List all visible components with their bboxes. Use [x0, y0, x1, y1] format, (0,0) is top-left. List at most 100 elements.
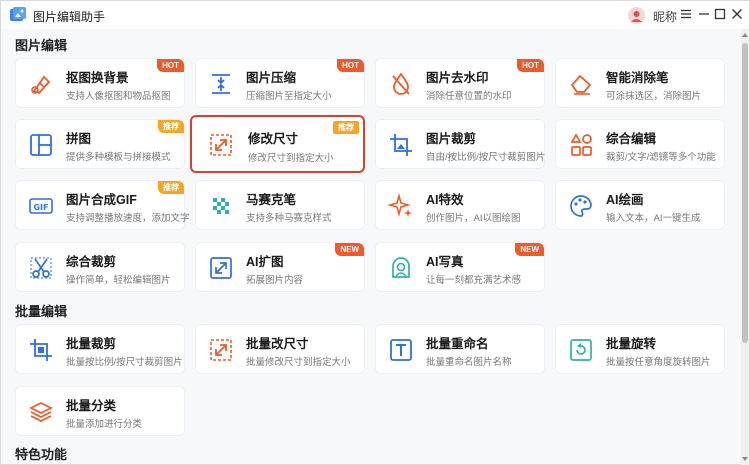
hot-badge: HOT [157, 59, 184, 72]
card-desc: 批量按任意角度旋转图片 [606, 357, 711, 368]
rename-icon [390, 339, 412, 361]
card-title: 拼图 [66, 132, 92, 146]
palette-icon [570, 195, 592, 217]
svg-text:GIF: GIF [33, 203, 48, 212]
hamburger-icon [681, 9, 691, 19]
portrait-icon [392, 257, 410, 278]
card-ai-portrait[interactable]: AI写真 让每一刻都充满艺术感 NEW [375, 242, 545, 292]
card-desc: 批量重命名图片名称 [426, 357, 512, 368]
card-title: 图片压缩 [246, 71, 297, 85]
vertical-scrollbar[interactable] [741, 29, 749, 465]
card-batch-resize[interactable]: 批量改尺寸 批量修改尺寸到指定大小 [195, 324, 365, 374]
new-badge: NEW [335, 243, 364, 256]
card-title: 修改尺寸 [248, 132, 299, 146]
card-ai-expand[interactable]: AI扩图 拓展图片内容 NEW [195, 242, 365, 292]
card-title: 图片裁剪 [426, 132, 477, 146]
rotate-icon [570, 339, 592, 361]
layers-icon [29, 402, 53, 422]
card-cutout-background[interactable]: 抠图换背景 支持人像抠图和物品抠图 HOT [15, 58, 185, 108]
card-batch-rename[interactable]: 批量重命名 批量重命名图片名称 [375, 324, 545, 374]
hot-badge: HOT [517, 59, 544, 72]
scroll-up-arrow[interactable] [741, 31, 749, 39]
card-desc: 批量按比例/按尺寸裁剪图片 [66, 357, 183, 368]
new-badge: NEW [515, 243, 544, 256]
card-desc: 创作图片，AI以图绘图 [426, 213, 521, 224]
card-ai-effects[interactable]: AI特效 创作图片，AI以图绘图 [375, 180, 545, 230]
sparkle-icon [388, 193, 412, 217]
minimize-icon [699, 13, 709, 15]
card-desc: 批量添加进行分类 [66, 419, 143, 430]
collage-icon [30, 134, 52, 156]
app-window: 图片编辑助手 昵称 图片编辑 抠图换背景 支持人像抠图和物品抠图 HOT 图片压… [0, 0, 750, 465]
card-batch-classify[interactable]: 批量分类 批量添加进行分类 [15, 386, 185, 436]
user-avatar[interactable] [628, 7, 645, 24]
card-ai-painting[interactable]: AI绘画 输入文本，AI一键生成 [555, 180, 725, 230]
section-title-batch-edit: 批量编辑 [15, 304, 68, 319]
mosaic-icon [213, 198, 229, 214]
card-desc: 裁剪/文字/滤镜等多个功能 [606, 152, 716, 163]
expand-icon [210, 257, 232, 279]
card-smart-eraser[interactable]: 智能消除笔 可涂抹选区，消除图片 [555, 58, 725, 108]
app-title: 图片编辑助手 [33, 10, 106, 24]
card-title: 综合裁剪 [66, 255, 117, 269]
watermark-remove-icon [392, 72, 410, 95]
card-collage[interactable]: 拼图 提供多种模板与拼接模式 推荐 [15, 119, 185, 169]
title-bar: 图片编辑助手 昵称 [1, 1, 749, 29]
card-desc: 输入文本，AI一键生成 [606, 213, 701, 224]
avatar-icon [628, 7, 645, 24]
card-watermark-remove[interactable]: 图片去水印 消除任意位置的水印 HOT [375, 58, 545, 108]
grid-edit-icon [570, 133, 592, 156]
scroll-thumb[interactable] [742, 43, 748, 343]
card-title: AI绘画 [606, 193, 644, 207]
card-title: 批量裁剪 [66, 337, 117, 351]
card-comprehensive-edit[interactable]: 综合编辑 裁剪/文字/滤镜等多个功能 [555, 119, 725, 169]
card-desc: 支持多种马赛克样式 [246, 213, 332, 224]
arrow-down-icon [742, 457, 748, 461]
card-image-compress[interactable]: 图片压缩 压缩图片至指定大小 HOT [195, 58, 365, 108]
hot-badge: HOT [337, 59, 364, 72]
card-desc: 压缩图片至指定大小 [246, 91, 332, 102]
maximize-button[interactable] [711, 5, 729, 23]
scroll-down-arrow[interactable] [741, 455, 749, 463]
crop-icon [390, 134, 412, 156]
section-title-features: 特色功能 [15, 447, 68, 462]
card-title: 批量旋转 [606, 337, 657, 351]
card-gif-maker[interactable]: GIF 图片合成GIF 支持调整播放速度，添加文字 推荐 [15, 180, 190, 230]
scissors-icon [30, 257, 52, 279]
card-title: 批量分类 [66, 399, 117, 413]
close-button[interactable] [728, 5, 746, 23]
card-title: AI扩图 [246, 255, 284, 269]
recommend-badge: 推荐 [333, 121, 359, 134]
card-mosaic-pen[interactable]: 马赛克笔 支持多种马赛克样式 [195, 180, 365, 230]
card-resize[interactable]: 修改尺寸 修改尺寸到指定大小 推荐 [190, 115, 365, 173]
card-title: 图片去水印 [426, 71, 489, 85]
app-logo-icon [10, 7, 26, 21]
card-image-crop[interactable]: 图片裁剪 自由/按比例/按尺寸裁剪图片 [375, 119, 545, 169]
gif-icon: GIF [29, 198, 53, 214]
close-icon [732, 9, 742, 19]
card-batch-rotate[interactable]: 批量旋转 批量按任意角度旋转图片 [555, 324, 725, 374]
cutout-icon [31, 75, 51, 95]
recommend-badge: 推荐 [158, 120, 184, 133]
menu-button[interactable] [677, 5, 695, 23]
card-comprehensive-crop[interactable]: 综合裁剪 操作简单，轻松编辑图片 [15, 242, 185, 292]
recommend-badge: 推荐 [158, 181, 184, 194]
card-title: 马赛克笔 [246, 193, 297, 207]
card-title: 智能消除笔 [606, 71, 669, 85]
card-desc: 消除任意位置的水印 [426, 91, 512, 102]
card-title: 批量改尺寸 [246, 337, 309, 351]
card-desc: 支持调整播放速度，添加文字 [66, 213, 190, 224]
card-desc: 自由/按比例/按尺寸裁剪图片 [426, 152, 546, 163]
card-batch-crop[interactable]: 批量裁剪 批量按比例/按尺寸裁剪图片 [15, 324, 185, 374]
card-desc: 拓展图片内容 [246, 275, 304, 286]
card-desc: 支持人像抠图和物品抠图 [66, 91, 171, 102]
card-desc: 提供多种模板与拼接模式 [66, 152, 171, 163]
card-desc: 操作简单，轻松编辑图片 [66, 275, 171, 286]
maximize-icon [714, 8, 726, 20]
card-title: AI特效 [426, 193, 464, 207]
card-title: 批量重命名 [426, 337, 489, 351]
compress-icon [212, 74, 230, 94]
user-name[interactable]: 昵称 [653, 8, 677, 25]
batch-resize-icon [210, 339, 232, 361]
main-content: 图片编辑 抠图换背景 支持人像抠图和物品抠图 HOT 图片压缩 压缩图片至指定大… [1, 29, 741, 465]
